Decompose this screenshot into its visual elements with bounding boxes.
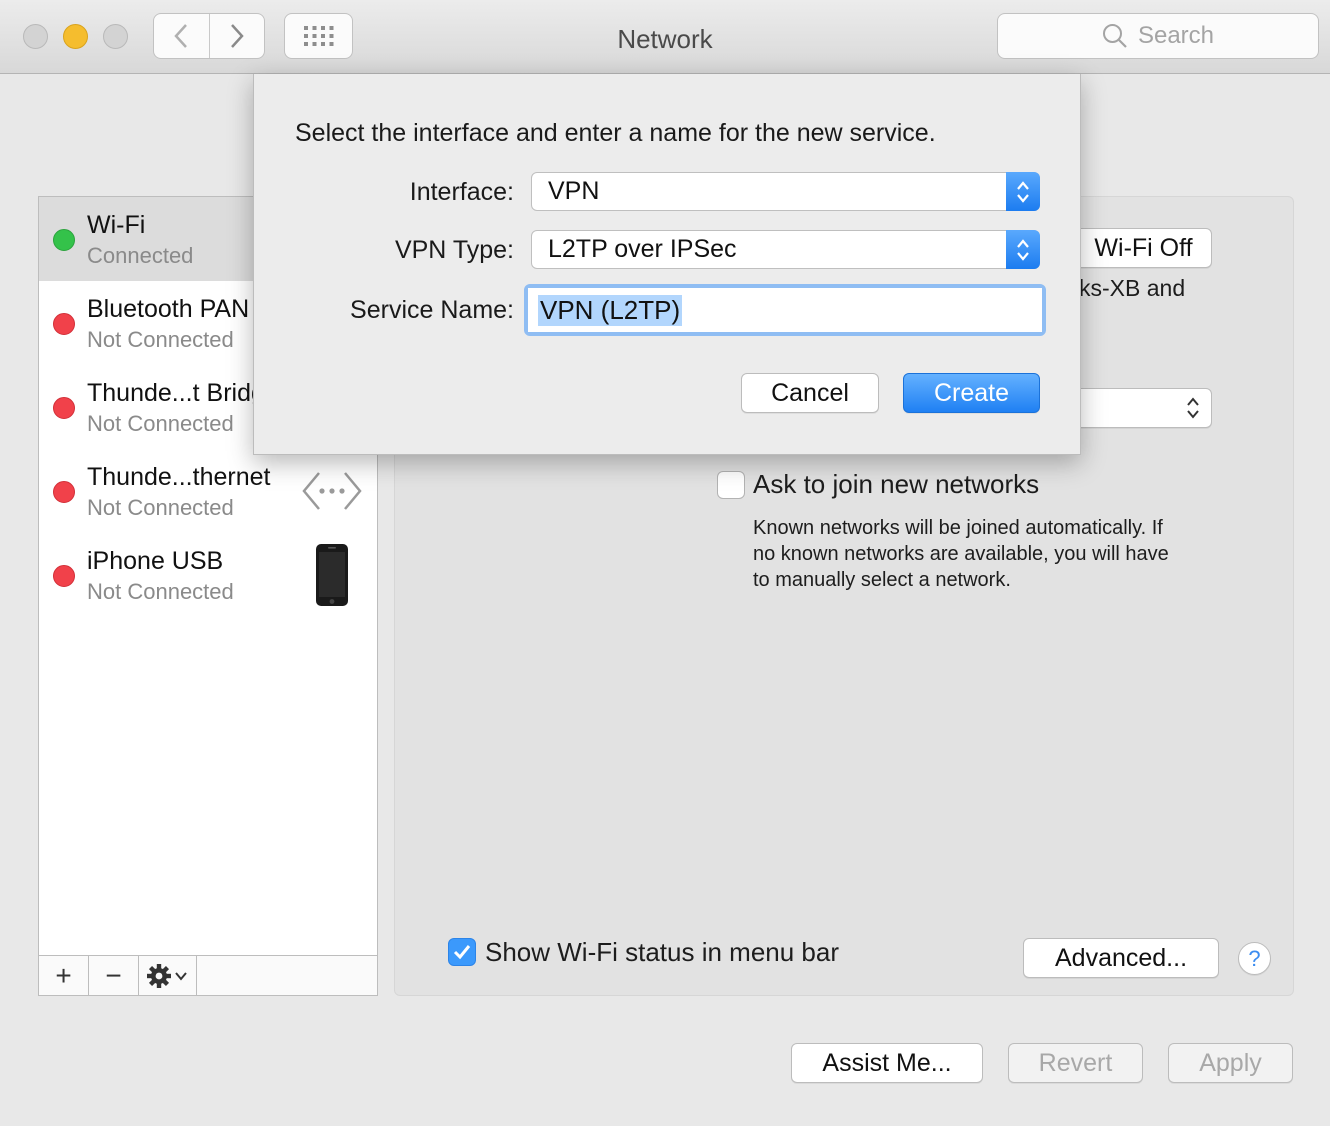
search-placeholder: Search bbox=[1137, 22, 1215, 49]
status-dot-disconnected bbox=[53, 481, 75, 503]
vpn-type-stepper bbox=[1006, 230, 1040, 269]
search-icon bbox=[1102, 24, 1127, 48]
show-wifi-status-checkbox[interactable] bbox=[448, 938, 476, 966]
service-name-field[interactable]: VPN (L2TP) bbox=[524, 284, 1046, 336]
service-status: Not Connected bbox=[87, 411, 234, 436]
sheet-prompt: Select the interface and enter a name fo… bbox=[295, 119, 936, 147]
interface-label: Interface: bbox=[409, 178, 514, 206]
service-name-label: Service Name: bbox=[350, 296, 514, 324]
ask-join-checkbox[interactable] bbox=[717, 471, 745, 499]
status-dot-disconnected bbox=[53, 397, 75, 419]
minus-icon: − bbox=[105, 959, 122, 991]
up-down-chevron-icon bbox=[1017, 238, 1029, 261]
up-down-chevron-icon bbox=[1187, 397, 1199, 419]
checkmark-icon bbox=[453, 945, 471, 960]
interface-stepper bbox=[1006, 172, 1040, 211]
assist-me-label: Assist Me... bbox=[822, 1048, 952, 1077]
turn-wifi-off-button[interactable]: Wi-Fi Off bbox=[1075, 228, 1212, 268]
add-service-button[interactable]: + bbox=[39, 956, 89, 995]
title-bar: Network Search bbox=[0, 0, 1330, 74]
create-button[interactable]: Create bbox=[903, 373, 1040, 413]
service-item-thunderbolt-ethernet[interactable]: Thunde...thernet Not Connected bbox=[39, 449, 377, 533]
service-status: Connected bbox=[87, 243, 194, 268]
vpn-type-value: L2TP over IPSec bbox=[548, 235, 737, 263]
ask-join-help-line-1: Known networks will be joined automatica… bbox=[753, 517, 1163, 539]
revert-label: Revert bbox=[1038, 1048, 1113, 1077]
create-label: Create bbox=[933, 378, 1010, 407]
service-actions-button[interactable] bbox=[139, 956, 197, 995]
network-name-popup[interactable] bbox=[1075, 388, 1212, 428]
vpn-type-popup[interactable]: L2TP over IPSec bbox=[531, 230, 1040, 269]
network-description-fragment: ks-XB and bbox=[1079, 275, 1186, 301]
ask-join-help-line-2: no known networks are available, you wil… bbox=[753, 543, 1169, 565]
service-name: iPhone USB bbox=[87, 547, 224, 575]
ask-join-help-line-3: to manually select a network. bbox=[753, 569, 1011, 591]
revert-button[interactable]: Revert bbox=[1008, 1043, 1143, 1083]
interface-popup[interactable]: VPN bbox=[531, 172, 1040, 211]
wifi-off-label: Wi-Fi Off bbox=[1094, 233, 1193, 262]
status-dot-disconnected bbox=[53, 565, 75, 587]
show-wifi-status-label: Show Wi-Fi status in menu bar bbox=[485, 937, 840, 967]
search-field[interactable]: Search bbox=[997, 13, 1319, 59]
service-name-value: VPN (L2TP) bbox=[538, 294, 683, 326]
iphone-icon bbox=[316, 544, 348, 606]
service-status: Not Connected bbox=[87, 495, 234, 520]
service-name: Bluetooth PAN bbox=[87, 295, 250, 323]
up-down-chevron-icon bbox=[1017, 180, 1029, 203]
vpn-type-label: VPN Type: bbox=[394, 236, 514, 264]
new-service-sheet: Select the interface and enter a name fo… bbox=[253, 74, 1081, 455]
service-name: Wi-Fi bbox=[87, 211, 146, 239]
status-dot-disconnected bbox=[53, 313, 75, 335]
plus-icon: + bbox=[55, 959, 72, 991]
service-list-toolbar: + − bbox=[39, 955, 377, 995]
advanced-button[interactable]: Advanced... bbox=[1023, 938, 1219, 978]
ethernet-arrows-icon bbox=[302, 472, 362, 510]
service-status: Not Connected bbox=[87, 327, 234, 352]
apply-label: Apply bbox=[1199, 1048, 1262, 1077]
cancel-button[interactable]: Cancel bbox=[741, 373, 879, 413]
assist-me-button[interactable]: Assist Me... bbox=[791, 1043, 983, 1083]
service-name: Thunde...t Bridge bbox=[87, 379, 279, 407]
advanced-label: Advanced... bbox=[1054, 943, 1188, 972]
ask-join-label: Ask to join new networks bbox=[753, 469, 1040, 499]
gear-icon bbox=[146, 963, 187, 988]
status-dot-connected bbox=[53, 229, 75, 251]
help-icon: ? bbox=[1248, 945, 1261, 971]
service-name: Thunde...thernet bbox=[87, 463, 271, 491]
interface-value: VPN bbox=[548, 177, 600, 205]
service-item-iphone-usb[interactable]: iPhone USB Not Connected bbox=[39, 533, 377, 617]
apply-button[interactable]: Apply bbox=[1168, 1043, 1293, 1083]
cancel-label: Cancel bbox=[771, 378, 849, 407]
service-status: Not Connected bbox=[87, 579, 234, 604]
help-button[interactable]: ? bbox=[1238, 942, 1271, 975]
remove-service-button[interactable]: − bbox=[89, 956, 139, 995]
